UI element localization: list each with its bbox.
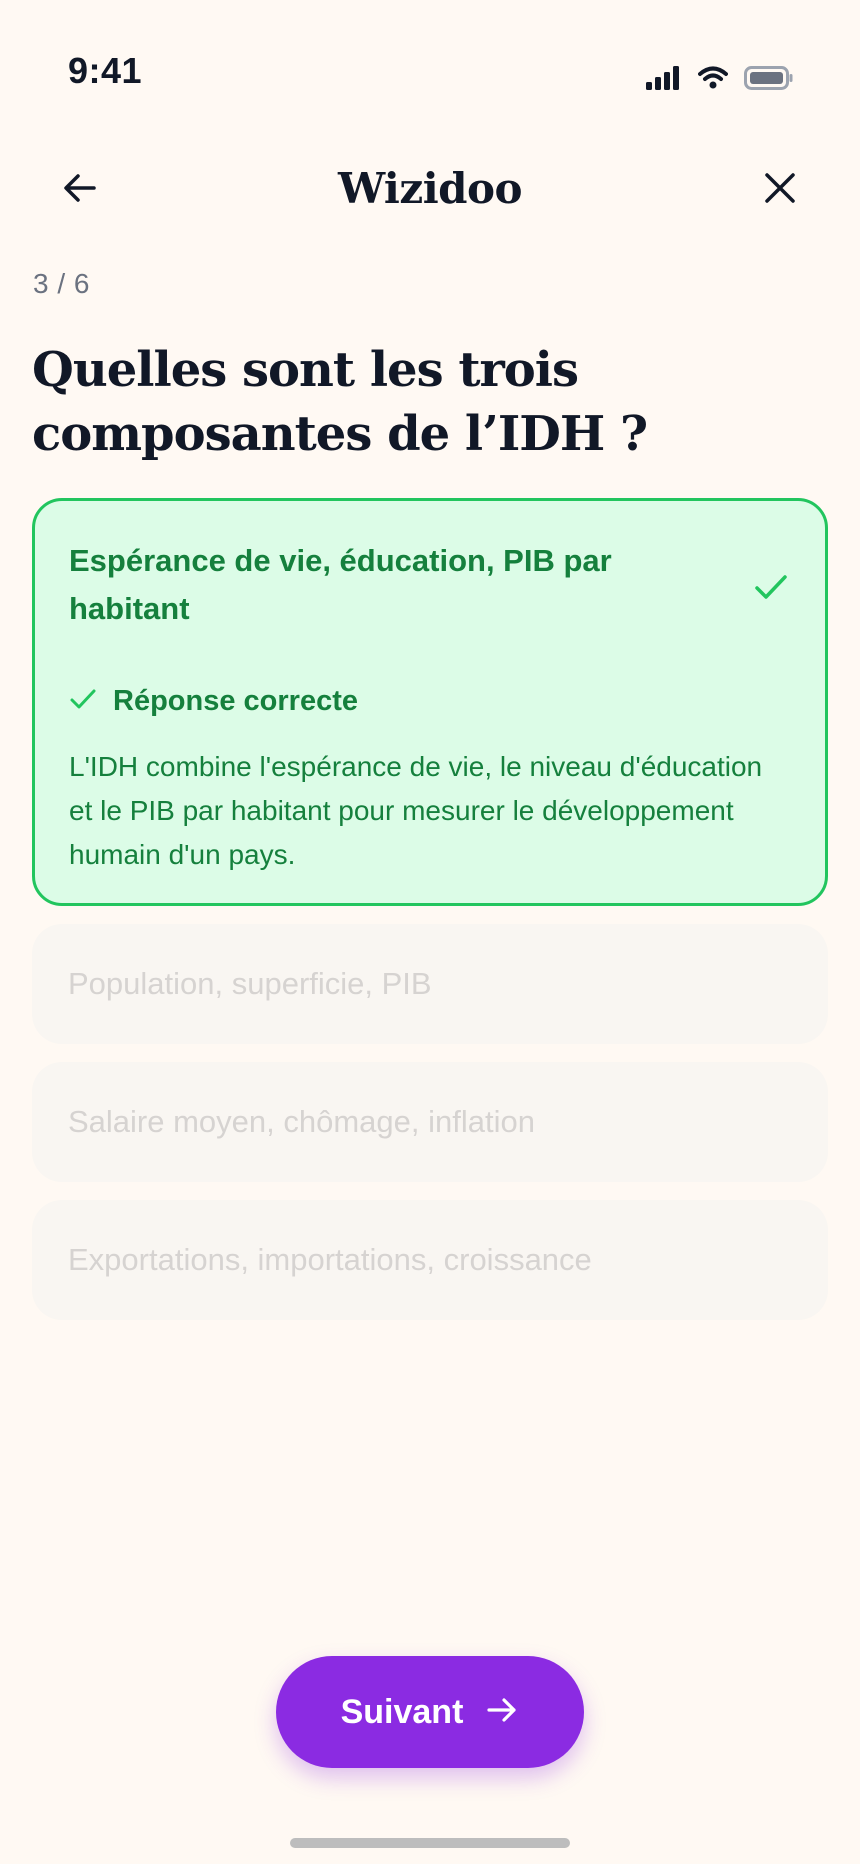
feedback-header: Réponse correcte [69,685,358,718]
check-icon [69,685,97,718]
answer-option-disabled[interactable]: Population, superficie, PIB [32,924,828,1044]
close-button[interactable] [750,160,810,220]
answer-option-correct[interactable]: Espérance de vie, éducation, PIB par hab… [32,498,828,906]
close-icon [762,170,798,211]
top-navigation: Wizidoo [0,150,860,230]
app-title: Wizidoo [337,164,523,213]
wifi-icon [698,66,728,95]
quiz-screen: 9:41 Wizidoo 3 / 6 Quelles sont les troi… [0,0,860,1864]
arrow-right-icon [485,1693,519,1732]
status-icons [646,66,794,95]
answer-option-label: Espérance de vie, éducation, PIB par hab… [69,543,612,626]
answer-option-label: Salaire moyen, chômage, inflation [68,1104,535,1139]
cellular-signal-icon [646,66,682,95]
answer-option-disabled[interactable]: Salaire moyen, chômage, inflation [32,1062,828,1182]
question-progress: 3 / 6 [33,268,90,299]
question-title: Quelles sont les trois composantes de l’… [32,342,648,462]
next-button-label: Suivant [340,1692,464,1731]
feedback-title: Réponse correcte [113,685,358,717]
answer-option-label: Population, superficie, PIB [68,966,432,1001]
check-icon [751,567,791,612]
answer-options: Espérance de vie, éducation, PIB par hab… [32,498,828,1320]
status-time: 9:41 [68,50,143,91]
feedback-explanation: L'IDH combine l'espérance de vie, le niv… [69,751,763,870]
answer-option-label: Exportations, importations, croissance [68,1242,592,1277]
next-button[interactable]: Suivant [276,1656,584,1768]
battery-icon [744,66,794,95]
home-indicator[interactable] [290,1838,570,1848]
answer-option-disabled[interactable]: Exportations, importations, croissance [32,1200,828,1320]
